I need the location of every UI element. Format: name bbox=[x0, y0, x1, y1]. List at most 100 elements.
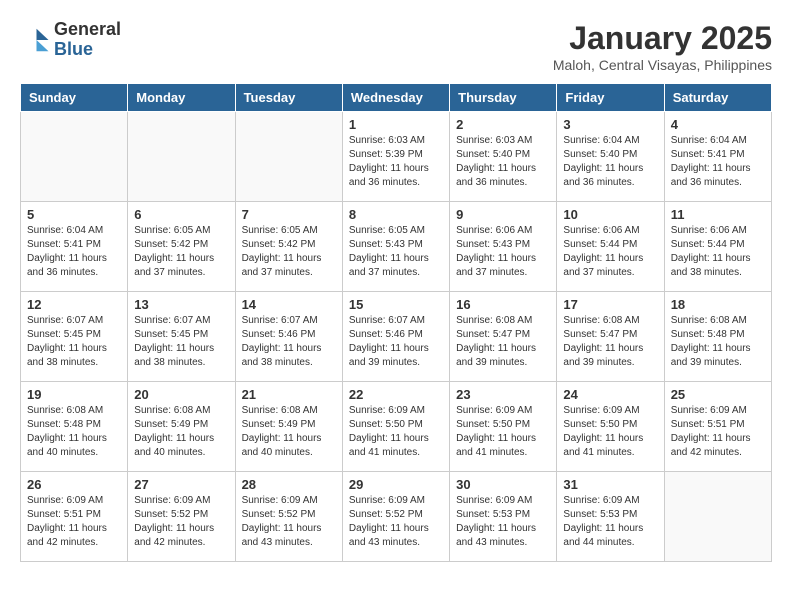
calendar-cell: 28Sunrise: 6:09 AM Sunset: 5:52 PM Dayli… bbox=[235, 472, 342, 562]
day-number: 18 bbox=[671, 297, 765, 312]
day-number: 7 bbox=[242, 207, 336, 222]
day-number: 26 bbox=[27, 477, 121, 492]
calendar-cell: 24 Sunrise: 6:09 AM Sunset: 5:50 PM Dayli… bbox=[557, 382, 664, 472]
day-number: 24 bbox=[563, 387, 657, 402]
day-number: 15 bbox=[349, 297, 443, 312]
logo: General Blue bbox=[20, 20, 121, 60]
logo-blue: Blue bbox=[54, 39, 93, 59]
calendar-cell: 23Sunrise: 6:09 AM Sunset: 5:50 PM Dayli… bbox=[450, 382, 557, 472]
week-row-1: 1 Sunrise: 6:03 AM Sunset: 5:39 PM Daylig… bbox=[21, 112, 772, 202]
calendar-cell: 18Sunrise: 6:08 AM Sunset: 5:48 PM Dayli… bbox=[664, 292, 771, 382]
day-info: Sunrise: 6:03 AM Sunset: 5:40 PM Dayligh… bbox=[456, 134, 550, 190]
day-info: Sunrise: 6:06 AM Sunset: 5:44 PM Dayligh… bbox=[671, 224, 765, 280]
calendar-cell: 11 Sunrise: 6:06 AM Sunset: 5:44 PM Dayli… bbox=[664, 202, 771, 292]
day-info: Sunrise: 6:09 AM Sunset: 5:50 PM Dayligh… bbox=[349, 404, 443, 460]
calendar-cell: 16 Sunrise: 6:08 AM Sunset: 5:47 PM Dayli… bbox=[450, 292, 557, 382]
calendar-cell: 20 Sunrise: 6:08 AM Sunset: 5:49 PM Dayli… bbox=[128, 382, 235, 472]
page-header: General Blue January 2025 Maloh, Central… bbox=[20, 20, 772, 73]
calendar-cell: 1 Sunrise: 6:03 AM Sunset: 5:39 PM Daylig… bbox=[342, 112, 449, 202]
calendar-cell: 4 Sunrise: 6:04 AM Sunset: 5:41 PM Daylig… bbox=[664, 112, 771, 202]
day-number: 2 bbox=[456, 117, 550, 132]
day-number: 17 bbox=[563, 297, 657, 312]
calendar-cell: 10 Sunrise: 6:06 AM Sunset: 5:44 PM Dayli… bbox=[557, 202, 664, 292]
calendar-cell: 6 Sunrise: 6:05 AM Sunset: 5:42 PM Daylig… bbox=[128, 202, 235, 292]
day-number: 30 bbox=[456, 477, 550, 492]
week-row-2: 5Sunrise: 6:04 AM Sunset: 5:41 PM Daylig… bbox=[21, 202, 772, 292]
day-number: 6 bbox=[134, 207, 228, 222]
day-number: 14 bbox=[242, 297, 336, 312]
calendar-cell: 21Sunrise: 6:08 AM Sunset: 5:49 PM Dayli… bbox=[235, 382, 342, 472]
day-number: 19 bbox=[27, 387, 121, 402]
day-info: Sunrise: 6:09 AM Sunset: 5:52 PM Dayligh… bbox=[242, 494, 336, 550]
calendar-cell: 13 Sunrise: 6:07 AM Sunset: 5:45 PM Dayli… bbox=[128, 292, 235, 382]
day-info: Sunrise: 6:08 AM Sunset: 5:49 PM Dayligh… bbox=[134, 404, 228, 460]
logo-text: General Blue bbox=[54, 20, 121, 60]
calendar-cell: 3 Sunrise: 6:04 AM Sunset: 5:40 PM Daylig… bbox=[557, 112, 664, 202]
day-number: 12 bbox=[27, 297, 121, 312]
day-number: 3 bbox=[563, 117, 657, 132]
day-info: Sunrise: 6:07 AM Sunset: 5:45 PM Dayligh… bbox=[27, 314, 121, 370]
week-row-4: 19 Sunrise: 6:08 AM Sunset: 5:48 PM Dayli… bbox=[21, 382, 772, 472]
day-number: 29 bbox=[349, 477, 443, 492]
day-number: 13 bbox=[134, 297, 228, 312]
day-info: Sunrise: 6:08 AM Sunset: 5:49 PM Dayligh… bbox=[242, 404, 336, 460]
day-info: Sunrise: 6:08 AM Sunset: 5:47 PM Dayligh… bbox=[563, 314, 657, 370]
calendar-cell: 25 Sunrise: 6:09 AM Sunset: 5:51 PM Dayli… bbox=[664, 382, 771, 472]
day-info: Sunrise: 6:03 AM Sunset: 5:39 PM Dayligh… bbox=[349, 134, 443, 190]
day-info: Sunrise: 6:09 AM Sunset: 5:51 PM Dayligh… bbox=[671, 404, 765, 460]
week-row-3: 12 Sunrise: 6:07 AM Sunset: 5:45 PM Dayli… bbox=[21, 292, 772, 382]
calendar-cell bbox=[235, 112, 342, 202]
weekday-header-sunday: Sunday bbox=[21, 84, 128, 112]
day-info: Sunrise: 6:07 AM Sunset: 5:46 PM Dayligh… bbox=[242, 314, 336, 370]
day-info: Sunrise: 6:08 AM Sunset: 5:47 PM Dayligh… bbox=[456, 314, 550, 370]
calendar-cell: 2 Sunrise: 6:03 AM Sunset: 5:40 PM Daylig… bbox=[450, 112, 557, 202]
day-number: 1 bbox=[349, 117, 443, 132]
week-row-5: 26 Sunrise: 6:09 AM Sunset: 5:51 PM Dayli… bbox=[21, 472, 772, 562]
page-subtitle: Maloh, Central Visayas, Philippines bbox=[553, 57, 772, 73]
calendar-cell bbox=[21, 112, 128, 202]
day-info: Sunrise: 6:05 AM Sunset: 5:42 PM Dayligh… bbox=[242, 224, 336, 280]
day-info: Sunrise: 6:04 AM Sunset: 5:40 PM Dayligh… bbox=[563, 134, 657, 190]
title-block: January 2025 Maloh, Central Visayas, Phi… bbox=[553, 20, 772, 73]
day-number: 20 bbox=[134, 387, 228, 402]
day-info: Sunrise: 6:08 AM Sunset: 5:48 PM Dayligh… bbox=[27, 404, 121, 460]
day-number: 22 bbox=[349, 387, 443, 402]
day-number: 11 bbox=[671, 207, 765, 222]
calendar-cell: 30 Sunrise: 6:09 AM Sunset: 5:53 PM Dayli… bbox=[450, 472, 557, 562]
weekday-header-monday: Monday bbox=[128, 84, 235, 112]
calendar-cell: 7 Sunrise: 6:05 AM Sunset: 5:42 PM Daylig… bbox=[235, 202, 342, 292]
day-info: Sunrise: 6:07 AM Sunset: 5:45 PM Dayligh… bbox=[134, 314, 228, 370]
day-number: 10 bbox=[563, 207, 657, 222]
calendar-cell: 22 Sunrise: 6:09 AM Sunset: 5:50 PM Dayli… bbox=[342, 382, 449, 472]
weekday-header-tuesday: Tuesday bbox=[235, 84, 342, 112]
day-info: Sunrise: 6:09 AM Sunset: 5:51 PM Dayligh… bbox=[27, 494, 121, 550]
weekday-header-wednesday: Wednesday bbox=[342, 84, 449, 112]
calendar-cell: 27Sunrise: 6:09 AM Sunset: 5:52 PM Dayli… bbox=[128, 472, 235, 562]
day-info: Sunrise: 6:07 AM Sunset: 5:46 PM Dayligh… bbox=[349, 314, 443, 370]
day-info: Sunrise: 6:04 AM Sunset: 5:41 PM Dayligh… bbox=[671, 134, 765, 190]
calendar-cell: 19 Sunrise: 6:08 AM Sunset: 5:48 PM Dayli… bbox=[21, 382, 128, 472]
day-number: 27 bbox=[134, 477, 228, 492]
day-number: 16 bbox=[456, 297, 550, 312]
calendar-cell bbox=[128, 112, 235, 202]
calendar-table: SundayMondayTuesdayWednesdayThursdayFrid… bbox=[20, 83, 772, 562]
calendar-cell bbox=[664, 472, 771, 562]
weekday-header-thursday: Thursday bbox=[450, 84, 557, 112]
day-info: Sunrise: 6:05 AM Sunset: 5:43 PM Dayligh… bbox=[349, 224, 443, 280]
day-number: 25 bbox=[671, 387, 765, 402]
day-info: Sunrise: 6:06 AM Sunset: 5:44 PM Dayligh… bbox=[563, 224, 657, 280]
day-number: 4 bbox=[671, 117, 765, 132]
calendar-cell: 29Sunrise: 6:09 AM Sunset: 5:52 PM Dayli… bbox=[342, 472, 449, 562]
day-number: 31 bbox=[563, 477, 657, 492]
page-title: January 2025 bbox=[553, 20, 772, 57]
day-number: 23 bbox=[456, 387, 550, 402]
day-info: Sunrise: 6:09 AM Sunset: 5:53 PM Dayligh… bbox=[456, 494, 550, 550]
logo-general: General bbox=[54, 19, 121, 39]
day-info: Sunrise: 6:09 AM Sunset: 5:50 PM Dayligh… bbox=[563, 404, 657, 460]
calendar-cell: 8Sunrise: 6:05 AM Sunset: 5:43 PM Daylig… bbox=[342, 202, 449, 292]
weekday-header-saturday: Saturday bbox=[664, 84, 771, 112]
logo-icon bbox=[20, 25, 50, 55]
day-info: Sunrise: 6:05 AM Sunset: 5:42 PM Dayligh… bbox=[134, 224, 228, 280]
calendar-cell: 14 Sunrise: 6:07 AM Sunset: 5:46 PM Dayli… bbox=[235, 292, 342, 382]
weekday-header-friday: Friday bbox=[557, 84, 664, 112]
